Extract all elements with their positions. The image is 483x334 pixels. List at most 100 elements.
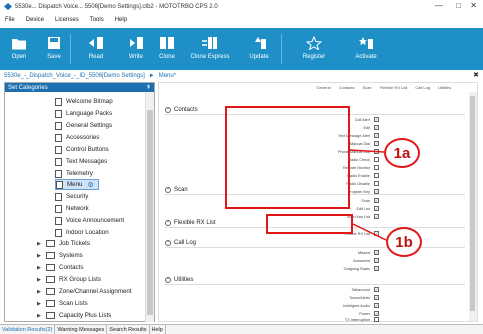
collapse-icon[interactable]: ⌃: [165, 186, 171, 193]
tree-item-language-packs[interactable]: Language Packs: [55, 108, 112, 119]
field-label: Radio Check: [348, 157, 370, 162]
tab-search-results[interactable]: Search Results: [107, 325, 150, 334]
expand-arrow-icon[interactable]: ▶: [37, 253, 43, 259]
checkbox[interactable]: ✓: [374, 303, 379, 308]
tab-help[interactable]: Help: [150, 325, 166, 334]
expand-arrow-icon[interactable]: ▶: [37, 289, 43, 295]
checkbox[interactable]: ✓: [374, 214, 379, 219]
expand-arrow-icon[interactable]: ▶: [37, 241, 43, 247]
tree-item-zone-channel-assignment[interactable]: ▶ Zone/Channel Assignment: [37, 286, 132, 297]
tree-item-menu[interactable]: Menu ⚙: [55, 179, 99, 190]
menu-tools[interactable]: Tools: [90, 17, 104, 23]
field-label: Edit List: [356, 206, 370, 211]
section-utilities-header[interactable]: ⌃ Utilities: [165, 275, 193, 284]
tree-item-text-messages[interactable]: Text Messages: [55, 156, 107, 167]
tab-general[interactable]: General: [316, 85, 330, 90]
collapse-icon[interactable]: ⌃: [165, 276, 171, 283]
tab-utilities[interactable]: Utilities: [438, 85, 451, 90]
checkbox[interactable]: ✓: [374, 206, 379, 211]
checkbox[interactable]: ✓: [374, 266, 379, 271]
folder-icon: [46, 288, 55, 295]
title-bar: 5530e... Dispatch Voice... 5506[Demo Set…: [0, 0, 483, 13]
content-scrollbar[interactable]: [469, 92, 477, 321]
tab-call-log[interactable]: Call Log: [415, 85, 430, 90]
field-label: Edit: [363, 125, 370, 130]
checkbox[interactable]: [374, 165, 379, 170]
close-window-button[interactable]: ✕: [470, 1, 477, 10]
menu-help[interactable]: Help: [115, 17, 127, 23]
tree-item-telemetry[interactable]: Telemetry: [55, 168, 93, 179]
scrollbar-thumb[interactable]: [470, 96, 475, 311]
document-icon: [55, 216, 62, 225]
activate-button[interactable]: Activate: [346, 28, 386, 70]
register-button[interactable]: Register: [282, 28, 346, 70]
checkbox[interactable]: ✓: [374, 141, 379, 146]
collapse-icon[interactable]: ⌃: [165, 239, 171, 246]
menu-licenses[interactable]: Licenses: [55, 17, 79, 23]
tree-item-label: Telemetry: [66, 170, 93, 177]
expand-arrow-icon[interactable]: ▶: [37, 313, 43, 319]
checkbox[interactable]: [374, 317, 379, 322]
tree-item-job-tickets[interactable]: ▶ Job Tickets: [37, 238, 90, 249]
tree-item-accessories[interactable]: Accessories: [55, 132, 99, 143]
tab-contacts[interactable]: Contacts: [339, 85, 355, 90]
expand-arrow-icon[interactable]: ▶: [37, 277, 43, 283]
section-scan-header[interactable]: ⌃ Scan: [165, 185, 188, 194]
tree-item-security[interactable]: Security: [55, 191, 88, 202]
checkbox[interactable]: ✓: [374, 133, 379, 138]
checkbox[interactable]: [374, 181, 379, 186]
tree-item-systems[interactable]: ▶ Systems: [37, 250, 83, 261]
checkbox[interactable]: ✓: [374, 295, 379, 300]
checkbox[interactable]: ✓: [374, 125, 379, 130]
scrollbar-thumb[interactable]: [147, 110, 153, 315]
minimize-button[interactable]: —: [435, 1, 443, 10]
pin-icon[interactable]: ⇞: [146, 84, 151, 91]
checkbox[interactable]: ✓: [374, 258, 379, 263]
maximize-button[interactable]: □: [456, 1, 461, 10]
menu-file[interactable]: File: [5, 17, 15, 23]
tab-flexible-rx-list[interactable]: Flexible RX List: [380, 85, 408, 90]
tree-item-contacts[interactable]: ▶ Contacts: [37, 262, 83, 273]
tab-validation-results[interactable]: Validation Results(2): [0, 325, 56, 334]
section-contacts-header[interactable]: ⌃ Contacts: [165, 105, 198, 114]
section-flexible-rx-list-header[interactable]: ⌃ Flexible RX List: [165, 218, 216, 227]
checkbox[interactable]: ✓: [374, 117, 379, 122]
clone-button[interactable]: Clone: [151, 28, 183, 70]
checkbox[interactable]: ✓: [374, 198, 379, 203]
update-button[interactable]: Update: [237, 28, 281, 70]
tree-item-control-buttons[interactable]: Control Buttons: [55, 144, 109, 155]
tree-item-indoor-location[interactable]: Indoor Location: [55, 227, 109, 238]
checkbox[interactable]: [374, 173, 379, 178]
read-button[interactable]: Read: [71, 28, 121, 70]
checkbox[interactable]: ✓: [374, 250, 379, 255]
tree-item-welcome-bitmap[interactable]: Welcome Bitmap: [55, 96, 113, 107]
section-call-log-header[interactable]: ⌃ Call Log: [165, 238, 196, 247]
tab-scan[interactable]: Scan: [363, 85, 372, 90]
menu-device[interactable]: Device: [26, 17, 44, 23]
checkbox[interactable]: ✓: [374, 287, 379, 292]
tree-item-network[interactable]: Network: [55, 203, 89, 214]
tab-warning-messages[interactable]: Warning Messages: [55, 325, 108, 334]
tree-item-voice-announcement[interactable]: Voice Announcement: [55, 215, 124, 226]
field-missed: Missed ✓: [229, 249, 379, 256]
checkbox[interactable]: ✓: [374, 149, 379, 154]
tree-item-general-settings[interactable]: General Settings: [55, 120, 112, 131]
tree-scrollbar[interactable]: [145, 92, 154, 322]
tree-item-capacity-plus-lists[interactable]: ▶ Capacity Plus Lists: [37, 310, 111, 321]
folder-icon: [46, 264, 55, 271]
update-label: Update: [249, 54, 269, 60]
save-button[interactable]: Save: [38, 28, 70, 70]
expand-arrow-icon[interactable]: ▶: [37, 301, 43, 307]
close-tab-icon[interactable]: ✖: [473, 71, 479, 79]
breadcrumb-path[interactable]: 5530e_-_Dispatch_Voice_-_ID_5506[Demo Se…: [4, 73, 145, 79]
write-button[interactable]: Write: [121, 28, 151, 70]
clone-express-button[interactable]: Clone Express: [183, 28, 237, 70]
tree-item-scan-lists[interactable]: ▶ Scan Lists: [37, 298, 88, 309]
checkbox[interactable]: [374, 157, 379, 162]
collapse-icon[interactable]: ⌃: [165, 106, 171, 113]
checkbox[interactable]: ✓: [374, 231, 379, 236]
expand-arrow-icon[interactable]: ▶: [37, 265, 43, 271]
collapse-icon[interactable]: ⌃: [165, 219, 171, 226]
tree-item-rx-group-lists[interactable]: ▶ RX Group Lists: [37, 274, 101, 285]
open-button[interactable]: Open: [0, 28, 38, 70]
